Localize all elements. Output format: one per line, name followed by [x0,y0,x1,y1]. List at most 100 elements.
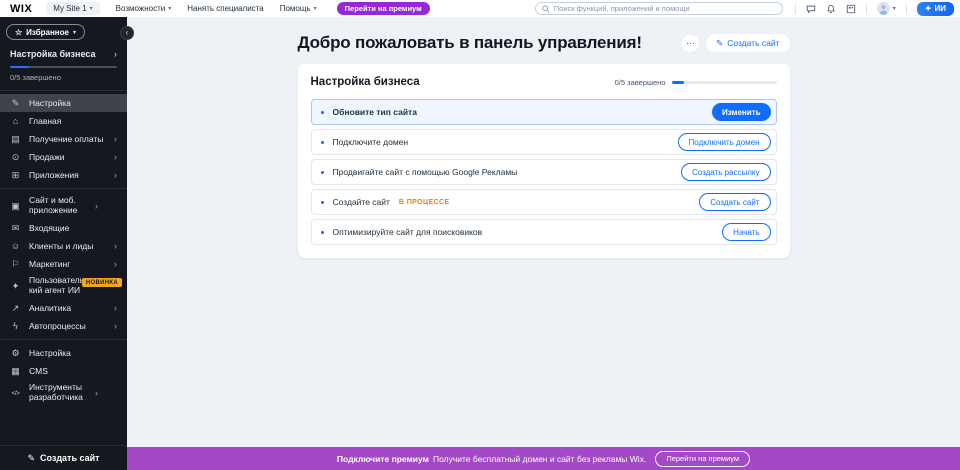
chevron-down-icon: ▾ [168,5,171,12]
site-mobile-icon: ▣ [10,201,21,212]
premium-banner-title: Подключите премиум [337,454,429,464]
topbar-icons: ▾ [795,2,907,15]
chevron-down-icon: ▾ [90,5,93,12]
site-menu-label: My Site 1 [53,4,86,13]
create-site-label: Создать сайт [40,453,100,463]
sidebar-item-marketing[interactable]: ⚐ Маркетинг › [0,255,127,273]
cms-icon: ▦ [10,366,21,377]
sidebar-item-ai-agent[interactable]: ✦ Пользовательский агент ИИ НОВИНКА [0,273,127,299]
apps-grid-icon[interactable] [846,4,856,14]
sidebar-item-inbox[interactable]: ✉ Входящие [0,219,127,237]
in-progress-badge: В ПРОЦЕССЕ [399,199,450,206]
bullet-icon [321,231,324,234]
task-change-button[interactable]: Изменить [712,103,770,121]
menu-help-label: Помощь [280,4,311,13]
bullet-icon [321,171,324,174]
favorites-label: Избранное [26,28,69,37]
business-setup-summary[interactable]: Настройка бизнеса › 0/5 завершено [0,46,127,91]
top-menu: My Site 1 ▾ Возможности ▾ Нанять специал… [46,2,429,15]
sidebar-item-settings[interactable]: ⚙ Настройка [0,344,127,362]
invoice-icon: ▤ [10,134,21,145]
sidebar-item-cms[interactable]: ▦ CMS [0,362,127,380]
create-site-button-label: Создать сайт [727,38,779,48]
sidebar-item-setup[interactable]: ✎ Настройка [0,94,127,112]
sparkle-icon: ✦ [925,4,932,13]
upgrade-premium-button[interactable]: Перейти на премиум [337,2,430,15]
chat-icon[interactable] [806,4,816,14]
menu-features-label: Возможности [116,4,166,13]
menu-features[interactable]: Возможности ▾ [116,4,172,13]
analytics-icon: ↗ [10,303,21,314]
task-row-connect-domain[interactable]: Подключите домен Подключить домен [311,129,777,155]
home-icon: ⌂ [10,116,21,126]
chevron-right-icon: › [114,259,117,269]
task-start-button[interactable]: Начать [722,223,770,241]
task-create-campaign-button[interactable]: Создать рассылку [681,163,771,181]
chevron-right-icon: › [114,49,117,59]
sidebar-item-home[interactable]: ⌂ Главная [0,112,127,130]
sidebar-collapse-button[interactable]: ‹ [120,26,134,40]
sidebar-item-site-mobile[interactable]: ▣ Сайт и моб. приложение › [0,193,127,219]
search-icon [542,5,550,13]
favorites-dropdown[interactable]: ☆ Избранное ▾ [6,24,85,40]
gear-icon: ⚙ [10,348,21,359]
ai-assistant-button[interactable]: ✦ ИИ [917,2,954,16]
ai-agent-icon: ✦ [10,281,21,292]
new-badge: НОВИНКА [82,278,122,287]
more-icon: ⋯ [686,38,695,48]
apps-icon: ⊞ [10,170,21,181]
task-connect-domain-button[interactable]: Подключить домен [678,133,771,151]
divider [795,4,796,14]
contacts-icon: ☺ [10,241,21,251]
chevron-right-icon: › [114,134,117,144]
sidebar-item-automations[interactable]: ϟ Автопроцессы › [0,317,127,335]
task-row-update-site-type[interactable]: Обновите тип сайта Изменить [311,99,777,125]
account-menu[interactable]: ▾ [877,2,896,15]
bullet-icon [321,201,324,204]
divider [0,188,127,189]
chevron-left-icon: ‹ [126,28,129,37]
task-row-google-ads[interactable]: Продвигайте сайт с помощью Google Реклам… [311,159,777,185]
card-title: Настройка бизнеса [311,76,420,88]
card-progress: 0/5 завершено [615,78,777,87]
create-site-button[interactable]: ✎ Создать сайт [706,34,789,52]
task-row-seo[interactable]: Оптимизируйте сайт для поисковиков Начат… [311,219,777,245]
top-bar: WIX My Site 1 ▾ Возможности ▾ Нанять спе… [0,0,960,17]
menu-help[interactable]: Помощь ▾ [280,4,317,13]
sidebar: ‹ ☆ Избранное ▾ Настройка бизнеса › 0/5 … [0,17,127,470]
notifications-bell-icon[interactable] [826,4,836,14]
sidebar-item-dev-tools[interactable]: </> Инструменты разработчика › [0,380,127,406]
global-search[interactable] [535,2,783,15]
premium-banner-text: Получите бесплатный домен и сайт без рек… [433,454,646,464]
chevron-right-icon: › [114,170,117,180]
wix-logo: WIX [10,3,32,15]
card-progress-bar [672,81,777,84]
sidebar-item-apps[interactable]: ⊞ Приложения › [0,166,127,184]
star-icon: ☆ [15,28,22,37]
sidebar-item-contacts[interactable]: ☺ Клиенты и лиды › [0,237,127,255]
setup-title: Настройка бизнеса [10,49,95,59]
sales-icon: ⊙ [10,152,21,163]
search-input[interactable] [554,4,776,13]
avatar [877,2,890,15]
chevron-right-icon: › [114,321,117,331]
ai-button-label: ИИ [935,4,947,13]
menu-hire-professional[interactable]: Нанять специалиста [187,4,263,13]
divider [866,4,867,14]
marketing-icon: ⚐ [10,259,21,270]
sidebar-item-payments[interactable]: ▤ Получение оплаты › [0,130,127,148]
chevron-right-icon: › [95,201,98,211]
pencil-icon: ✎ [716,38,723,49]
menu-hire-label: Нанять специалиста [187,4,263,13]
task-create-site-button[interactable]: Создать сайт [699,193,770,211]
sidebar-create-site-button[interactable]: ✎ Создать сайт [0,445,127,470]
sidebar-item-analytics[interactable]: ↗ Аналитика › [0,299,127,317]
more-options-button[interactable]: ⋯ [682,35,699,52]
sidebar-item-sales[interactable]: ⊙ Продажи › [0,148,127,166]
site-menu[interactable]: My Site 1 ▾ [46,2,99,15]
task-row-create-site[interactable]: Создайте сайт В ПРОЦЕССЕ Создать сайт [311,189,777,215]
pencil-icon: ✎ [27,453,35,464]
premium-banner-button[interactable]: Перейти на премиум [655,451,750,467]
business-setup-card: Настройка бизнеса 0/5 завершено Обновите… [298,64,790,258]
chevron-right-icon: › [114,241,117,251]
